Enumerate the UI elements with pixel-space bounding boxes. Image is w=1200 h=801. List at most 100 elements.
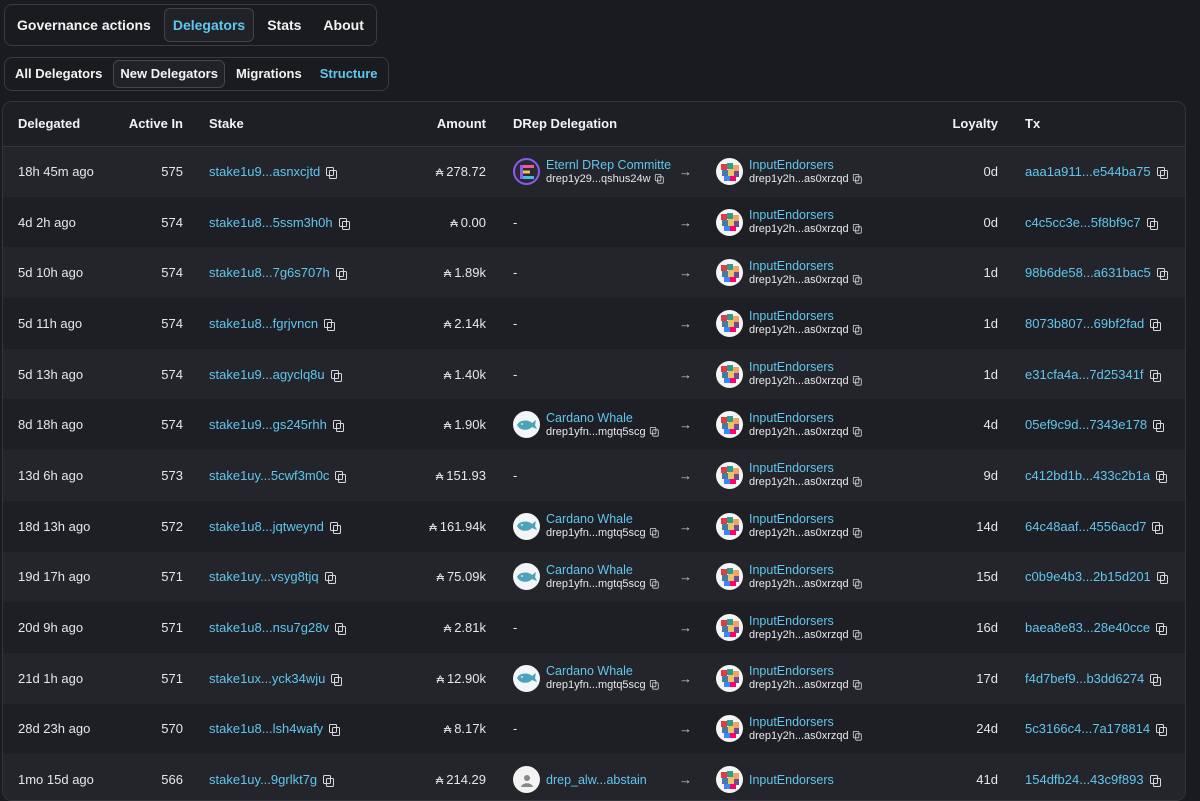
copy-icon[interactable]: [1150, 318, 1162, 331]
subtab-structure[interactable]: Structure: [313, 60, 385, 88]
drep-name-link[interactable]: InputEndorsers: [749, 614, 861, 628]
stake-link[interactable]: stake1u9...agyclq8u: [209, 367, 325, 382]
copy-icon[interactable]: [852, 680, 862, 690]
drep-to[interactable]: InputEndorsers drep1y2h...as0xrzqd: [716, 309, 898, 337]
tx-link[interactable]: 8073b807...69bf2fad: [1025, 316, 1144, 331]
stake-link[interactable]: stake1u8...nsu7g28v: [209, 620, 329, 635]
copy-icon[interactable]: [1156, 167, 1168, 180]
copy-icon[interactable]: [330, 369, 342, 382]
tx-link[interactable]: 64c48aaf...4556acd7: [1025, 519, 1146, 534]
drep-name-link[interactable]: InputEndorsers: [749, 664, 861, 678]
copy-icon[interactable]: [852, 376, 862, 386]
tx-link[interactable]: 98b6de58...a631bac5: [1025, 265, 1151, 280]
drep-from[interactable]: Eternl DRep Committee drep1y29...qshus24w: [513, 158, 671, 186]
tx-link[interactable]: c412bd1b...433c2b1a: [1025, 468, 1150, 483]
subtab-all-delegators[interactable]: All Delegators: [8, 60, 109, 88]
stake-link[interactable]: stake1u9...asnxcjtd: [209, 164, 320, 179]
drep-to[interactable]: InputEndorsers drep1y2h...as0xrzqd: [716, 259, 898, 287]
copy-icon[interactable]: [649, 578, 659, 589]
drep-from[interactable]: Cardano Whale drep1yfn...mgtq5scg: [513, 664, 671, 692]
copy-icon[interactable]: [1156, 470, 1168, 483]
copy-icon[interactable]: [649, 528, 659, 538]
copy-icon[interactable]: [329, 521, 341, 534]
stake-link[interactable]: stake1u8...fgrjvncn: [209, 316, 318, 331]
copy-icon[interactable]: [852, 629, 862, 640]
tx-link[interactable]: 5c3166c4...7a178814: [1025, 721, 1150, 736]
stake-link[interactable]: stake1uy...9grlkt7g: [209, 772, 317, 787]
copy-icon[interactable]: [324, 318, 336, 331]
drep-name-link[interactable]: InputEndorsers: [749, 773, 834, 787]
copy-icon[interactable]: [852, 730, 862, 741]
drep-name-link[interactable]: InputEndorsers: [749, 158, 861, 172]
copy-icon[interactable]: [1156, 623, 1168, 636]
stake-link[interactable]: stake1u8...7g6s707h: [209, 265, 330, 280]
subtab-migrations[interactable]: Migrations: [229, 60, 309, 88]
drep-name-link[interactable]: InputEndorsers: [749, 715, 861, 729]
copy-icon[interactable]: [654, 173, 664, 184]
copy-icon[interactable]: [331, 673, 343, 686]
copy-icon[interactable]: [852, 325, 862, 336]
drep-from[interactable]: Cardano Whale drep1yfn...mgtq5scg: [513, 563, 671, 591]
drep-name-link[interactable]: Cardano Whale: [546, 563, 658, 577]
tx-link[interactable]: c0b9e4b3...2b15d201: [1025, 569, 1151, 584]
delegators-table-container[interactable]: Delegated Active In Stake Amount DRep De…: [2, 101, 1186, 801]
drep-from[interactable]: drep_alw...abstain: [513, 766, 671, 794]
col-delegated-header[interactable]: Delegated: [3, 102, 123, 147]
drep-from[interactable]: Cardano Whale drep1yfn...mgtq5scg: [513, 411, 671, 439]
col-amount-header[interactable]: Amount: [398, 102, 486, 147]
copy-icon[interactable]: [1156, 268, 1168, 281]
drep-to[interactable]: InputEndorsers drep1y2h...as0xrzqd: [716, 411, 898, 439]
drep-name-link[interactable]: Cardano Whale: [546, 411, 658, 425]
copy-icon[interactable]: [323, 775, 335, 788]
tx-link[interactable]: c4c5cc3e...5f8bf9c7: [1025, 215, 1141, 230]
copy-icon[interactable]: [852, 426, 862, 437]
tab-about[interactable]: About: [314, 8, 372, 42]
copy-icon[interactable]: [335, 470, 347, 483]
copy-icon[interactable]: [852, 528, 862, 538]
copy-icon[interactable]: [1156, 724, 1168, 737]
copy-icon[interactable]: [329, 724, 341, 737]
drep-to[interactable]: InputEndorsers drep1y2h...as0xrzqd: [716, 664, 898, 692]
copy-icon[interactable]: [1152, 521, 1164, 534]
drep-to[interactable]: InputEndorsers drep1y2h...as0xrzqd: [716, 360, 898, 388]
drep-name-link[interactable]: InputEndorsers: [749, 563, 861, 577]
subtab-new-delegators[interactable]: New Delegators: [113, 60, 225, 88]
drep-from[interactable]: Cardano Whale drep1yfn...mgtq5scg: [513, 512, 671, 540]
drep-to[interactable]: InputEndorsers drep1y2h...as0xrzqd: [716, 614, 898, 642]
tx-link[interactable]: aaa1a911...e544ba75: [1025, 164, 1151, 179]
drep-name-link[interactable]: InputEndorsers: [749, 512, 861, 526]
tx-link[interactable]: e31cfa4a...7d25341f: [1025, 367, 1144, 382]
drep-to[interactable]: InputEndorsers drep1y2h...as0xrzqd: [716, 715, 898, 743]
col-active-in-header[interactable]: Active In: [123, 102, 183, 147]
copy-icon[interactable]: [335, 268, 347, 281]
drep-name-link[interactable]: InputEndorsers: [749, 259, 861, 273]
drep-name-link[interactable]: Cardano Whale: [546, 664, 658, 678]
drep-name-link[interactable]: InputEndorsers: [749, 461, 861, 475]
drep-to[interactable]: InputEndorsers drep1y2h...as0xrzqd: [716, 512, 898, 540]
tx-link[interactable]: 05ef9c9d...7343e178: [1025, 417, 1147, 432]
copy-icon[interactable]: [332, 420, 344, 433]
drep-name-link[interactable]: InputEndorsers: [749, 411, 861, 425]
stake-link[interactable]: stake1uy...5cwf3m0c: [209, 468, 329, 483]
drep-name-link[interactable]: InputEndorsers: [749, 208, 861, 222]
tx-link[interactable]: f4d7bef9...b3dd6274: [1025, 671, 1144, 686]
copy-icon[interactable]: [852, 274, 862, 285]
drep-name-link[interactable]: Eternl DRep Committee: [546, 158, 671, 172]
drep-to[interactable]: InputEndorsers drep1y2h...as0xrzqd: [716, 461, 898, 489]
copy-icon[interactable]: [326, 167, 338, 180]
stake-link[interactable]: stake1u9...gs245rhh: [209, 417, 327, 432]
copy-icon[interactable]: [334, 623, 346, 636]
copy-icon[interactable]: [649, 680, 659, 690]
copy-icon[interactable]: [852, 173, 862, 184]
copy-icon[interactable]: [1146, 217, 1158, 230]
stake-link[interactable]: stake1ux...yck34wju: [209, 671, 325, 686]
drep-name-link[interactable]: InputEndorsers: [749, 360, 861, 374]
drep-to[interactable]: InputEndorsers: [716, 766, 898, 794]
copy-icon[interactable]: [1150, 673, 1162, 686]
tx-link[interactable]: 154dfb24...43c9f893: [1025, 772, 1144, 787]
col-loyalty-header[interactable]: Loyalty: [898, 102, 998, 147]
tx-link[interactable]: baea8e83...28e40cce: [1025, 620, 1150, 635]
copy-icon[interactable]: [649, 426, 659, 437]
drep-to[interactable]: InputEndorsers drep1y2h...as0xrzqd: [716, 563, 898, 591]
stake-link[interactable]: stake1uy...vsyg8tjq: [209, 569, 319, 584]
